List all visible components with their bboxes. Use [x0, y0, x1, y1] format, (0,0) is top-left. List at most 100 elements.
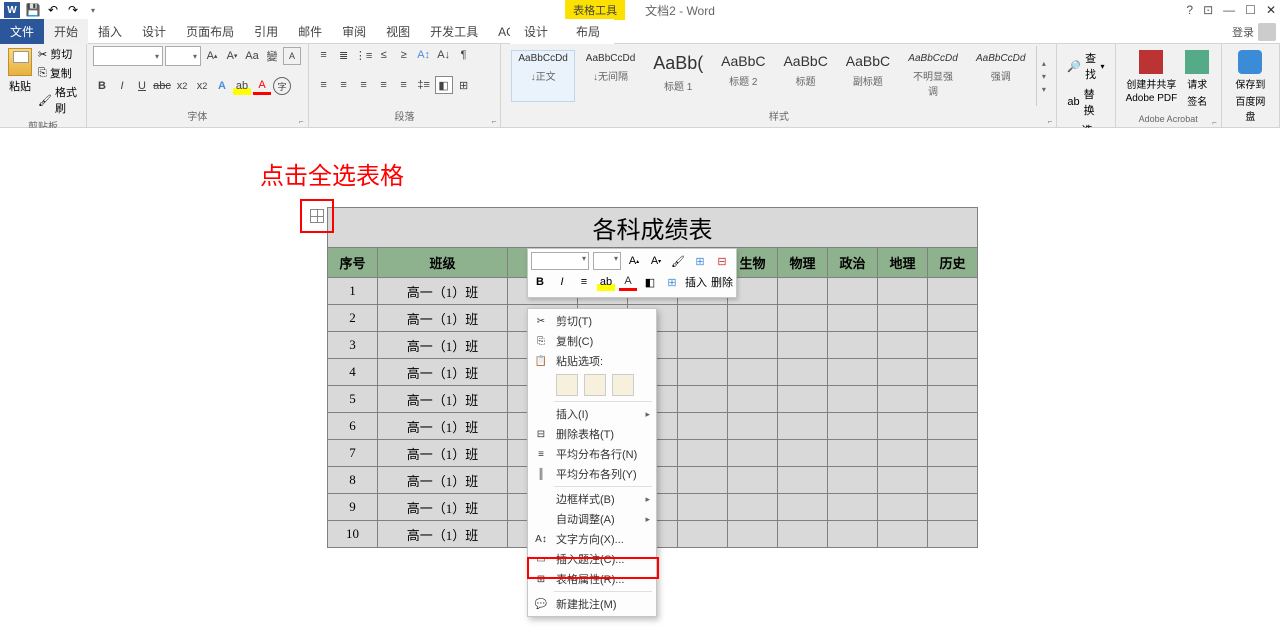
- mini-font-color[interactable]: A: [619, 273, 637, 291]
- cell[interactable]: [928, 386, 978, 413]
- cell[interactable]: [878, 278, 928, 305]
- format-painter-button[interactable]: 🖌格式刷: [38, 84, 80, 116]
- sort-button[interactable]: A↓: [435, 46, 453, 64]
- grow-font-button[interactable]: A▴: [203, 47, 221, 65]
- clear-formatting-button[interactable]: A: [283, 47, 301, 65]
- cell[interactable]: 4: [328, 359, 378, 386]
- tab-developer[interactable]: 开发工具: [420, 19, 488, 44]
- cell[interactable]: [878, 386, 928, 413]
- font-color-button[interactable]: A: [253, 77, 271, 95]
- mini-borders[interactable]: ⊞: [663, 273, 681, 291]
- cell[interactable]: 5: [328, 386, 378, 413]
- phonetic-guide-button[interactable]: 變: [263, 47, 281, 65]
- cell[interactable]: [828, 359, 878, 386]
- cell[interactable]: 9: [328, 494, 378, 521]
- mini-size-combo[interactable]: [593, 252, 621, 270]
- cell[interactable]: [878, 413, 928, 440]
- header-8[interactable]: 政治: [828, 248, 878, 278]
- cell[interactable]: [678, 332, 728, 359]
- cell[interactable]: [728, 413, 778, 440]
- header-0[interactable]: 序号: [328, 248, 378, 278]
- cell[interactable]: 高一（1）班: [378, 467, 508, 494]
- cell[interactable]: [928, 494, 978, 521]
- cell[interactable]: 高一（1）班: [378, 521, 508, 548]
- style-item-0[interactable]: AaBbCcDd↓正文: [511, 50, 574, 102]
- redo-icon[interactable]: ↷: [66, 3, 80, 17]
- align-center-button[interactable]: ≡: [335, 76, 353, 94]
- cell[interactable]: [778, 467, 828, 494]
- mini-delete-label[interactable]: 删除: [711, 274, 733, 290]
- superscript-button[interactable]: x2: [193, 77, 211, 95]
- cell[interactable]: [878, 305, 928, 332]
- tab-page-layout[interactable]: 页面布局: [176, 19, 244, 44]
- cell[interactable]: [778, 278, 828, 305]
- cell[interactable]: [878, 521, 928, 548]
- shading-button[interactable]: ◧: [435, 76, 453, 94]
- cell[interactable]: [678, 440, 728, 467]
- numbering-button[interactable]: ≣: [335, 46, 353, 64]
- cell[interactable]: [828, 521, 878, 548]
- mini-table-insert[interactable]: ⊞: [691, 252, 709, 270]
- mini-shrink-font[interactable]: A▾: [647, 252, 665, 270]
- cell[interactable]: [778, 305, 828, 332]
- style-gallery[interactable]: AaBbCcDd↓正文AaBbCcDd↓无间隔AaBb(标题 1AaBbC标题 …: [507, 46, 1036, 106]
- mini-format-painter[interactable]: 🖌: [669, 252, 687, 270]
- cell[interactable]: 10: [328, 521, 378, 548]
- cell[interactable]: 1: [328, 278, 378, 305]
- cell[interactable]: 高一（1）班: [378, 413, 508, 440]
- header-7[interactable]: 物理: [778, 248, 828, 278]
- find-button[interactable]: 🔎查找▾: [1067, 50, 1104, 82]
- create-pdf-button[interactable]: 创建并共享 Adobe PDF: [1122, 46, 1182, 112]
- cell[interactable]: [778, 440, 828, 467]
- cell[interactable]: [778, 413, 828, 440]
- save-icon[interactable]: 💾: [26, 3, 40, 17]
- mini-highlight[interactable]: ab: [597, 273, 615, 291]
- mini-grow-font[interactable]: A▴: [625, 252, 643, 270]
- cell[interactable]: [678, 386, 728, 413]
- borders-button[interactable]: ⊞: [455, 76, 473, 94]
- style-item-1[interactable]: AaBbCcDd↓无间隔: [579, 50, 642, 102]
- table-title-cell[interactable]: 各科成绩表: [328, 208, 978, 248]
- cell[interactable]: [778, 494, 828, 521]
- cell[interactable]: [678, 305, 728, 332]
- cell[interactable]: 8: [328, 467, 378, 494]
- underline-button[interactable]: U: [133, 77, 151, 95]
- multilevel-list-button[interactable]: ⋮≡: [355, 46, 373, 64]
- decrease-indent-button[interactable]: ≤: [375, 46, 393, 64]
- cell[interactable]: [678, 467, 728, 494]
- tab-view[interactable]: 视图: [376, 19, 420, 44]
- menu-border-styles[interactable]: 边框样式(B): [528, 489, 656, 509]
- cell[interactable]: [928, 332, 978, 359]
- justify-button[interactable]: ≡: [375, 76, 393, 94]
- bold-button[interactable]: B: [93, 77, 111, 95]
- request-signature-button[interactable]: 请求 签名: [1181, 46, 1213, 112]
- font-name-combo[interactable]: [93, 46, 163, 66]
- replace-button[interactable]: ab替换: [1067, 86, 1104, 118]
- menu-delete-table[interactable]: ⊟删除表格(T): [528, 424, 656, 444]
- cell[interactable]: [778, 359, 828, 386]
- cell[interactable]: [928, 521, 978, 548]
- copy-button[interactable]: ⎘复制: [38, 65, 80, 81]
- ribbon-options-button[interactable]: ⊡: [1203, 3, 1213, 17]
- cut-button[interactable]: ✂剪切: [38, 46, 80, 62]
- menu-distribute-rows[interactable]: ≡平均分布各行(N): [528, 444, 656, 464]
- cell[interactable]: [878, 440, 928, 467]
- minimize-button[interactable]: —: [1223, 3, 1235, 17]
- style-gallery-scroll[interactable]: ▴▾▾: [1036, 46, 1050, 106]
- cell[interactable]: [928, 278, 978, 305]
- mini-shading[interactable]: ◧: [641, 273, 659, 291]
- qat-customize-icon[interactable]: ▾: [86, 3, 100, 17]
- cell[interactable]: [778, 332, 828, 359]
- cell[interactable]: [678, 359, 728, 386]
- mini-align[interactable]: ≡: [575, 273, 593, 291]
- increase-indent-button[interactable]: ≥: [395, 46, 413, 64]
- cell[interactable]: 2: [328, 305, 378, 332]
- cell[interactable]: [828, 305, 878, 332]
- cell[interactable]: [828, 440, 878, 467]
- tab-table-design[interactable]: 设计: [510, 19, 562, 44]
- subscript-button[interactable]: x2: [173, 77, 191, 95]
- mini-italic[interactable]: I: [553, 273, 571, 291]
- style-item-7[interactable]: AaBbCcDd强调: [969, 50, 1032, 102]
- align-right-button[interactable]: ≡: [355, 76, 373, 94]
- cell[interactable]: [878, 494, 928, 521]
